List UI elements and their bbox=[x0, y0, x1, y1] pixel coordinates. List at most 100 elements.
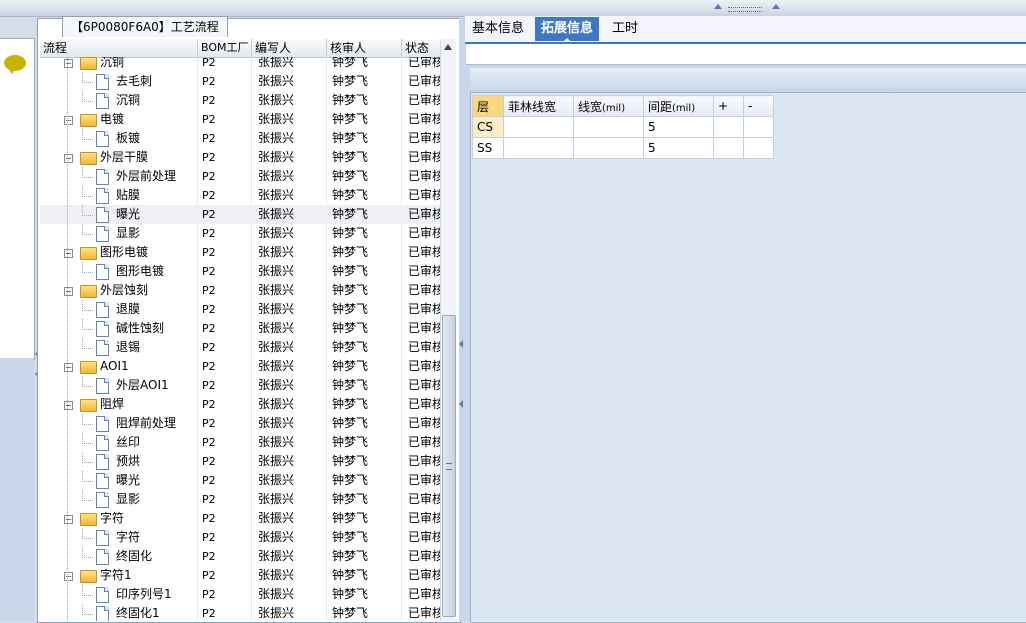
header-feilin-width[interactable]: 菲林线宽 bbox=[503, 95, 574, 117]
panel-title-tab[interactable]: 【6P0080F6A0】工艺流程 bbox=[62, 16, 228, 37]
tree-node-label[interactable]: 显影 bbox=[116, 490, 140, 509]
column-header-writer[interactable]: 编写人 bbox=[252, 39, 327, 57]
tree-node-label[interactable]: 图形电镀 bbox=[100, 243, 148, 262]
tree-node-label[interactable]: 终固化1 bbox=[116, 604, 160, 621]
tree-row[interactable]: − 字符 P2 张振兴 钟梦飞 已审核 bbox=[40, 509, 440, 528]
collapse-left-icon[interactable] bbox=[459, 400, 463, 408]
tree-row[interactable]: 外层AOI1 P2 张振兴 钟梦飞 已审核 bbox=[40, 376, 440, 395]
tree-node-label[interactable]: 碱性蚀刻 bbox=[116, 319, 164, 338]
tree-row[interactable]: 阻焊前处理 P2 张振兴 钟梦飞 已审核 bbox=[40, 414, 440, 433]
tree-node-label[interactable]: 退膜 bbox=[116, 300, 140, 319]
column-header-flow[interactable]: 流程 bbox=[40, 39, 198, 57]
scroll-thumb[interactable] bbox=[442, 315, 456, 617]
cell-add[interactable] bbox=[713, 137, 744, 159]
middle-splitter-arrows[interactable] bbox=[459, 340, 463, 410]
collapse-up-icon[interactable] bbox=[714, 4, 722, 9]
column-header-bom[interactable]: BOM工厂 bbox=[198, 39, 252, 57]
tree-row[interactable]: 退锡 P2 张振兴 钟梦飞 已审核 bbox=[40, 338, 440, 357]
tree-node-label[interactable]: 显影 bbox=[116, 224, 140, 243]
tree-node-label[interactable]: 丝印 bbox=[116, 433, 140, 452]
header-add[interactable]: + bbox=[713, 95, 744, 117]
collapse-toggle-icon[interactable]: − bbox=[64, 116, 73, 125]
tree-node-label[interactable]: 退锡 bbox=[116, 338, 140, 357]
tree-node-label[interactable]: 板镀 bbox=[116, 129, 140, 148]
tree-row[interactable]: − 字符1 P2 张振兴 钟梦飞 已审核 bbox=[40, 566, 440, 585]
tree-node-label[interactable]: 预烘 bbox=[116, 452, 140, 471]
collapse-toggle-icon[interactable]: − bbox=[64, 572, 73, 581]
header-remove[interactable]: - bbox=[743, 95, 774, 117]
tree-node-label[interactable]: 印序列号1 bbox=[116, 585, 172, 604]
collapse-toggle-icon[interactable]: − bbox=[64, 515, 73, 524]
tree-row[interactable]: 去毛刺 P2 张振兴 钟梦飞 已审核 bbox=[40, 72, 440, 91]
tree-node-label[interactable]: 终固化 bbox=[116, 547, 152, 566]
tree-node-label[interactable]: 外层干膜 bbox=[100, 148, 148, 167]
tree-row[interactable]: 终固化 P2 张振兴 钟梦飞 已审核 bbox=[40, 547, 440, 566]
chat-bubble-icon[interactable] bbox=[4, 55, 26, 74]
tree-row[interactable]: 贴膜 P2 张振兴 钟梦飞 已审核 bbox=[40, 186, 440, 205]
header-layer[interactable]: 层 bbox=[472, 95, 504, 117]
tree-row[interactable]: − 外层蚀刻 P2 张振兴 钟梦飞 已审核 bbox=[40, 281, 440, 300]
collapse-toggle-icon[interactable]: − bbox=[64, 249, 73, 258]
cell-layer[interactable]: SS bbox=[472, 137, 504, 159]
tree-node-label[interactable]: 去毛刺 bbox=[116, 72, 152, 91]
collapse-toggle-icon[interactable]: − bbox=[64, 59, 73, 68]
cell-remove[interactable] bbox=[743, 116, 774, 138]
table-row[interactable]: SS 5 bbox=[472, 137, 774, 159]
tree-vertical-scrollbar[interactable] bbox=[440, 39, 456, 621]
tree-row[interactable]: − AOI1 P2 张振兴 钟梦飞 已审核 bbox=[40, 357, 440, 376]
tree-row[interactable]: 曝光 P2 张振兴 钟梦飞 已审核 bbox=[40, 471, 440, 490]
tab-work-hours[interactable]: 工时 bbox=[606, 17, 644, 41]
header-spacing[interactable]: 间距(mil) bbox=[643, 95, 714, 117]
tree-row[interactable]: 显影 P2 张振兴 钟梦飞 已审核 bbox=[40, 224, 440, 243]
tree-row[interactable]: 曝光 P2 张振兴 钟梦飞 已审核 bbox=[40, 205, 440, 224]
tree-row[interactable]: − 外层干膜 P2 张振兴 钟梦飞 已审核 bbox=[40, 148, 440, 167]
cell-spacing[interactable]: 5 bbox=[643, 137, 714, 159]
tree-node-label[interactable]: 曝光 bbox=[116, 471, 140, 490]
tree-row[interactable]: 终固化1 P2 张振兴 钟梦飞 已审核 bbox=[40, 604, 440, 621]
cell-feilin-width[interactable] bbox=[503, 137, 574, 159]
table-row[interactable]: CS 5 bbox=[472, 116, 774, 138]
tree-node-label[interactable]: 阻焊 bbox=[100, 395, 124, 414]
tree-row[interactable]: 碱性蚀刻 P2 张振兴 钟梦飞 已审核 bbox=[40, 319, 440, 338]
tree-row[interactable]: 板镀 P2 张振兴 钟梦飞 已审核 bbox=[40, 129, 440, 148]
grip-handle-icon[interactable] bbox=[728, 7, 762, 12]
tree-row[interactable]: − 图形电镀 P2 张振兴 钟梦飞 已审核 bbox=[40, 243, 440, 262]
cell-add[interactable] bbox=[713, 116, 744, 138]
collapse-toggle-icon[interactable]: − bbox=[64, 287, 73, 296]
tree-node-label[interactable]: AOI1 bbox=[100, 357, 129, 376]
tree-row[interactable]: 显影 P2 张振兴 钟梦飞 已审核 bbox=[40, 490, 440, 509]
cell-spacing[interactable]: 5 bbox=[643, 116, 714, 138]
cell-feilin-width[interactable] bbox=[503, 116, 574, 138]
collapse-toggle-icon[interactable]: − bbox=[64, 154, 73, 163]
collapse-toggle-icon[interactable]: − bbox=[64, 363, 73, 372]
tree-node-label[interactable]: 沉铜 bbox=[116, 91, 140, 110]
tree-row[interactable]: 预烘 P2 张振兴 钟梦飞 已审核 bbox=[40, 452, 440, 471]
tree-node-label[interactable]: 图形电镀 bbox=[116, 262, 164, 281]
tree-row[interactable]: 退膜 P2 张振兴 钟梦飞 已审核 bbox=[40, 300, 440, 319]
cell-layer[interactable]: CS bbox=[472, 116, 504, 138]
tree-node-label[interactable]: 字符 bbox=[100, 509, 124, 528]
tree-node-label[interactable]: 字符 bbox=[116, 528, 140, 547]
header-line-width[interactable]: 线宽(mil) bbox=[573, 95, 644, 117]
tree-node-label[interactable]: 外层前处理 bbox=[116, 167, 176, 186]
collapse-left-icon[interactable] bbox=[459, 340, 463, 348]
collapse-up-icon[interactable] bbox=[772, 4, 780, 9]
tree-node-label[interactable]: 贴膜 bbox=[116, 186, 140, 205]
top-splitter-bar[interactable] bbox=[0, 0, 1026, 17]
tree-node-label[interactable]: 沉铜 bbox=[100, 57, 124, 72]
tree-row[interactable]: − 沉铜 P2 张振兴 钟梦飞 已审核 bbox=[40, 57, 440, 72]
tab-extended-info[interactable]: 拓展信息 bbox=[535, 17, 600, 42]
tree-node-label[interactable]: 阻焊前处理 bbox=[116, 414, 176, 433]
tree-node-label[interactable]: 外层AOI1 bbox=[116, 376, 169, 395]
cell-remove[interactable] bbox=[743, 137, 774, 159]
tree-row[interactable]: 沉铜 P2 张振兴 钟梦飞 已审核 bbox=[40, 91, 440, 110]
cell-line-width[interactable] bbox=[573, 137, 644, 159]
collapse-toggle-icon[interactable]: − bbox=[64, 401, 73, 410]
column-header-status[interactable]: 状态 bbox=[402, 39, 442, 57]
tree-row[interactable]: − 阻焊 P2 张振兴 钟梦飞 已审核 bbox=[40, 395, 440, 414]
tree-row[interactable]: − 电镀 P2 张振兴 钟梦飞 已审核 bbox=[40, 110, 440, 129]
scroll-up-icon[interactable] bbox=[444, 44, 452, 50]
tree-node-label[interactable]: 曝光 bbox=[116, 205, 140, 224]
cell-line-width[interactable] bbox=[573, 116, 644, 138]
tree-row[interactable]: 图形电镀 P2 张振兴 钟梦飞 已审核 bbox=[40, 262, 440, 281]
